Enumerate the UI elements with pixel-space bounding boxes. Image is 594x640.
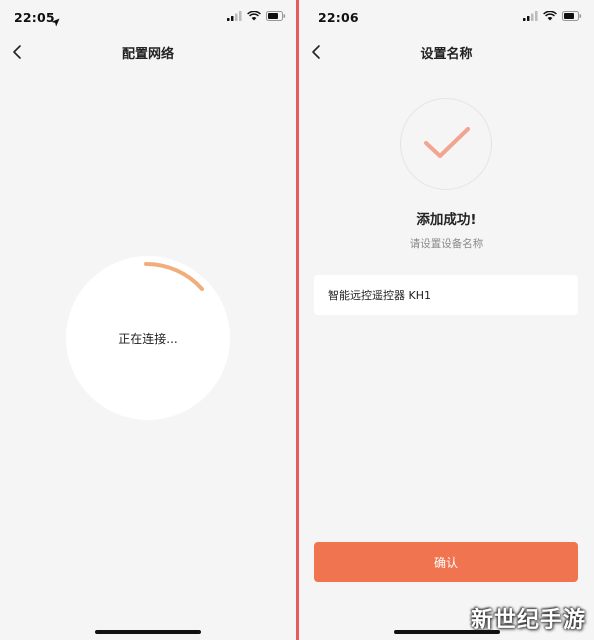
page-title: 配置网络: [121, 47, 174, 62]
wifi-icon: [247, 11, 261, 21]
wifi-icon: [543, 11, 557, 21]
connecting-progress: 正在连接...: [66, 256, 230, 420]
screen-set-name: 22:06 设置名称 添加成功! 请设置设备名称 智能远控遥控器 KH1 确认: [299, 0, 594, 640]
battery-icon: [562, 11, 582, 21]
signal-icon: [227, 11, 242, 21]
status-bar: 22:05: [0, 0, 296, 34]
success-badge: [400, 98, 492, 190]
watermark: 新世纪手游: [470, 607, 586, 633]
page-title: 设置名称: [420, 47, 473, 62]
status-bar: 22:06: [299, 0, 594, 34]
status-time: 22:05: [14, 10, 55, 25]
success-title: 添加成功!: [416, 212, 477, 228]
checkmark-icon: [424, 127, 470, 158]
device-name-input[interactable]: 智能远控遥控器 KH1: [314, 275, 578, 315]
location-arrow-icon: [51, 12, 60, 31]
nav-bar: 设置名称: [299, 34, 594, 70]
connecting-text: 正在连接...: [118, 332, 178, 346]
confirm-button[interactable]: 确认: [314, 542, 578, 582]
signal-icon: [523, 11, 538, 21]
screen-configure-network: 22:05 配置网络 正在连接...: [0, 0, 296, 640]
success-subtitle: 请设置设备名称: [409, 238, 484, 250]
home-indicator: [95, 630, 201, 634]
battery-icon: [266, 11, 286, 21]
nav-bar: 配置网络: [0, 34, 296, 70]
status-time: 22:06: [318, 10, 359, 25]
